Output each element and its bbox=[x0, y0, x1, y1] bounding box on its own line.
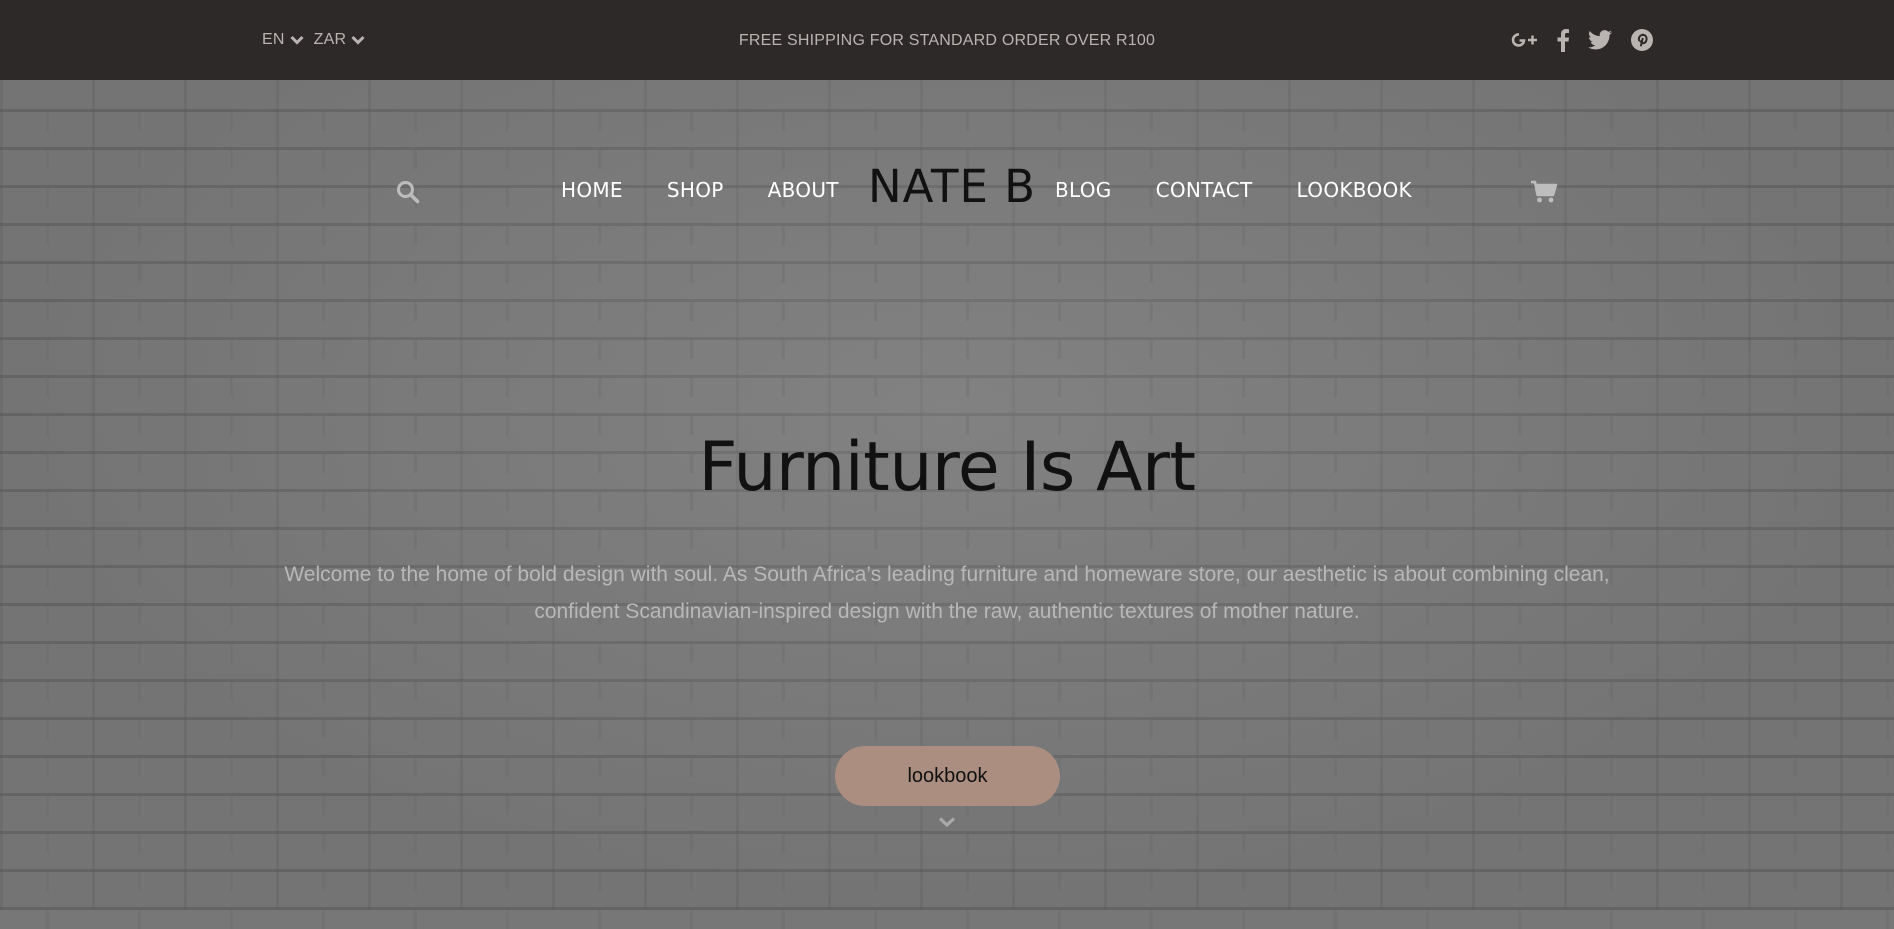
facebook-icon[interactable] bbox=[1556, 28, 1570, 52]
nav-home[interactable]: HOME bbox=[561, 178, 623, 202]
nav-lookbook[interactable]: LOOKBOOK bbox=[1297, 178, 1412, 202]
site-logo[interactable]: NATE B bbox=[868, 160, 1036, 213]
nav-contact[interactable]: CONTACT bbox=[1156, 178, 1253, 202]
nav-shop[interactable]: SHOP bbox=[667, 178, 724, 202]
nav-blog[interactable]: BLOG bbox=[1055, 178, 1112, 202]
top-bar: EN ZAR FREE SHIPPING FOR STANDARD ORDER … bbox=[0, 0, 1894, 80]
lookbook-button[interactable]: lookbook bbox=[835, 746, 1060, 806]
main-nav-left: HOME SHOP ABOUT bbox=[561, 178, 839, 202]
twitter-icon[interactable] bbox=[1588, 30, 1612, 50]
social-links bbox=[1510, 28, 1654, 52]
pinterest-icon[interactable] bbox=[1630, 28, 1654, 52]
google-plus-icon[interactable] bbox=[1510, 30, 1538, 50]
nav-about[interactable]: ABOUT bbox=[768, 178, 839, 202]
search-icon[interactable] bbox=[396, 180, 420, 209]
hero-description: Welcome to the home of bold design with … bbox=[284, 563, 1610, 623]
main-nav-right: BLOG CONTACT LOOKBOOK bbox=[1055, 178, 1412, 202]
cart-icon[interactable] bbox=[1530, 180, 1558, 209]
hero-title: Furniture Is Art bbox=[698, 428, 1196, 507]
chevron-down-icon[interactable] bbox=[938, 815, 956, 833]
